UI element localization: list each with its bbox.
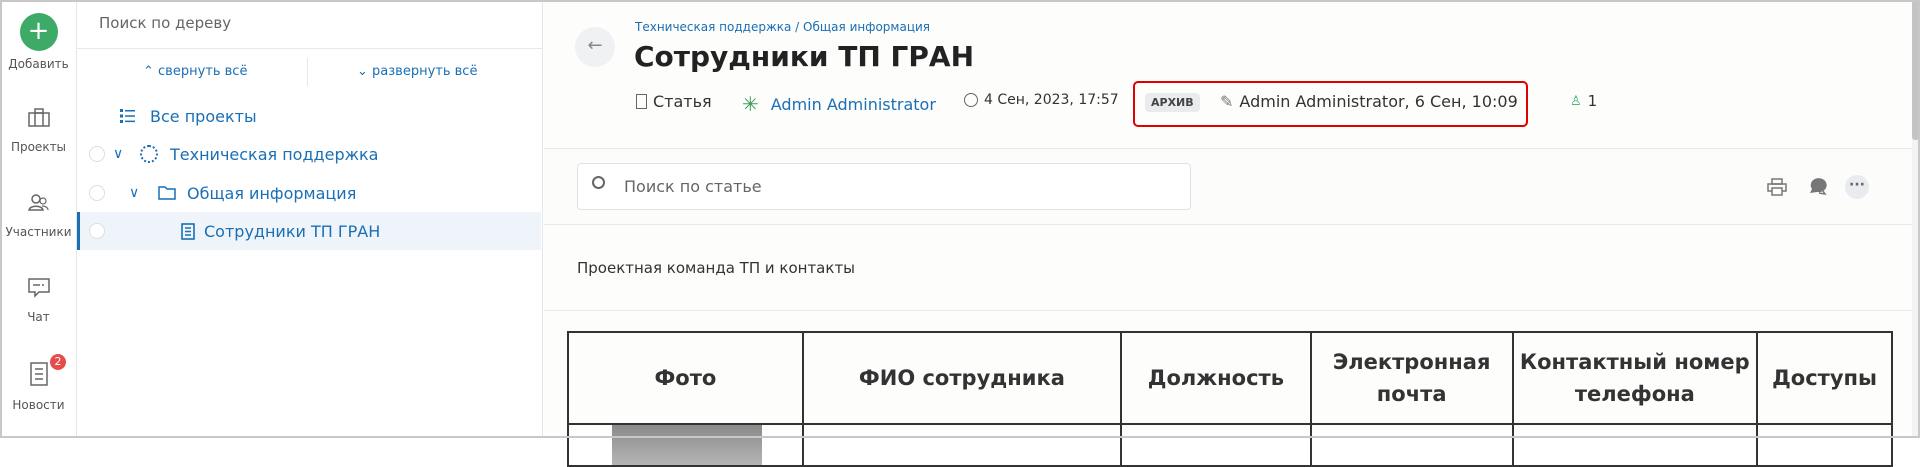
photo-cell (567, 423, 804, 467)
employees-table: Фото ФИО сотрудника Должность Электронна… (567, 331, 1893, 467)
collapse-all-button[interactable]: ⌃ свернуть всё (143, 64, 247, 79)
expand-all-label: развернуть всё (372, 64, 478, 79)
created-label: 4 Сен, 2023, 17:57 (984, 92, 1119, 108)
watchers-count: 1 (1587, 92, 1598, 110)
briefcase-icon (27, 108, 50, 127)
column-header: Фото (567, 331, 804, 425)
nav-projects[interactable]: Проекты (0, 108, 77, 154)
document-icon (636, 94, 647, 109)
search-placeholder: Поиск по статье (624, 177, 762, 196)
column-header: Должность (1120, 331, 1312, 425)
article-view: ← Техническая поддержка / Общая информац… (544, 0, 1912, 467)
table-cell (1309, 423, 1514, 467)
article-intro: Проектная команда ТП и контакты (577, 259, 856, 277)
chevrons-up-icon: ⌃ (143, 64, 159, 79)
column-header: Доступы (1756, 331, 1893, 425)
tree-item-employees-selected[interactable]: Сотрудники ТП ГРАН (77, 212, 541, 250)
chevrons-down-icon: ⌄ (357, 64, 373, 79)
tree-item-label: Общая информация (187, 183, 357, 203)
checkbox[interactable] (89, 146, 105, 162)
chevron-down-icon[interactable]: ∨ (113, 146, 123, 162)
edited-label: Admin Administrator, 6 Сен, 10:09 (1239, 92, 1518, 111)
expand-all-button[interactable]: ⌄ развернуть всё (357, 64, 477, 79)
print-icon[interactable] (1767, 178, 1787, 196)
plus-icon: + (19, 13, 58, 51)
breadcrumb[interactable]: Техническая поддержка / Общая информация (635, 20, 930, 34)
chat-icon (27, 278, 50, 298)
status-badge: АРХИВ (1145, 93, 1200, 112)
arrow-left-icon: ← (587, 35, 603, 56)
author-link[interactable]: ✳ Admin Administrator (742, 92, 936, 116)
tree-panel: Поиск по дереву ⌃ свернуть всё ⌄ разверн… (77, 0, 543, 438)
project-logo-icon (140, 145, 158, 163)
list-icon (120, 109, 135, 123)
column-header: ФИО сотрудника (801, 331, 1123, 425)
projects-label: Проекты (10, 140, 67, 154)
tree-item-label: Техническая поддержка (170, 144, 379, 164)
article-type: Статья (636, 92, 712, 111)
divider (307, 58, 308, 86)
chevron-down-icon[interactable]: ∨ (129, 185, 139, 201)
news-label: Новости (12, 398, 65, 412)
table-cell (1511, 423, 1759, 467)
left-rail: + Добавить Проекты Участники Чат Новости… (0, 0, 77, 438)
more-icon: ··· (1849, 177, 1865, 193)
column-header: Контактный номер телефона (1511, 331, 1759, 425)
tree-all-projects[interactable]: Все проекты (77, 97, 538, 135)
users-icon (27, 194, 49, 211)
tree-search-input[interactable]: Поиск по дереву (99, 14, 231, 32)
author-logo-icon: ✳ (742, 92, 759, 116)
table-row (567, 423, 1893, 467)
all-projects-label: Все проекты (150, 106, 257, 126)
divider (77, 48, 543, 49)
table-cell (1120, 423, 1312, 467)
pencil-icon: ✎ (1220, 92, 1234, 111)
comments-icon[interactable] (1807, 178, 1827, 196)
nav-members[interactable]: Участники (0, 193, 77, 239)
nav-chat[interactable]: Чат (0, 278, 77, 324)
tree-item-general-info[interactable]: ∨ Общая информация (77, 174, 538, 212)
page-title: Сотрудники ТП ГРАН (634, 40, 975, 73)
divider (544, 224, 1912, 225)
news-badge: 2 (50, 354, 66, 370)
checkbox[interactable] (89, 185, 105, 201)
last-edited: ✎ Admin Administrator, 6 Сен, 10:09 (1220, 92, 1518, 111)
tree-item-tech-support[interactable]: ∨ Техническая поддержка (77, 135, 538, 173)
scrollbar-thumb[interactable] (1912, 0, 1919, 140)
divider (544, 310, 1912, 311)
table-header-row: Фото ФИО сотрудника Должность Электронна… (567, 331, 1893, 425)
chat-label: Чат (27, 310, 50, 324)
add-button[interactable]: + Добавить (0, 13, 77, 71)
watchers[interactable]: ♙ 1 (1570, 92, 1597, 110)
clock-icon (964, 93, 978, 107)
table-cell (1756, 423, 1893, 467)
nav-news[interactable]: Новости 2 (0, 354, 77, 412)
user-icon: ♙ (1570, 93, 1582, 109)
more-options-button[interactable]: ··· (1845, 175, 1869, 199)
news-icon (29, 362, 48, 386)
search-icon (592, 176, 605, 189)
author-name: Admin Administrator (770, 94, 936, 114)
column-header: Электронная почта (1309, 331, 1514, 425)
document-icon (181, 222, 195, 240)
article-search-input[interactable]: Поиск по статье (577, 163, 1191, 210)
tree-item-label: Сотрудники ТП ГРАН (204, 221, 381, 241)
back-button[interactable]: ← (575, 27, 615, 67)
employee-photo (612, 425, 762, 465)
folder-icon (158, 186, 176, 200)
checkbox[interactable] (89, 223, 105, 239)
table-cell (801, 423, 1123, 467)
type-label: Статья (653, 92, 712, 111)
created-date: 4 Сен, 2023, 17:57 (964, 92, 1119, 108)
collapse-all-label: свернуть всё (158, 64, 248, 79)
scrollbar[interactable] (1912, 0, 1920, 438)
add-label: Добавить (8, 57, 69, 71)
members-label: Участники (5, 225, 72, 239)
